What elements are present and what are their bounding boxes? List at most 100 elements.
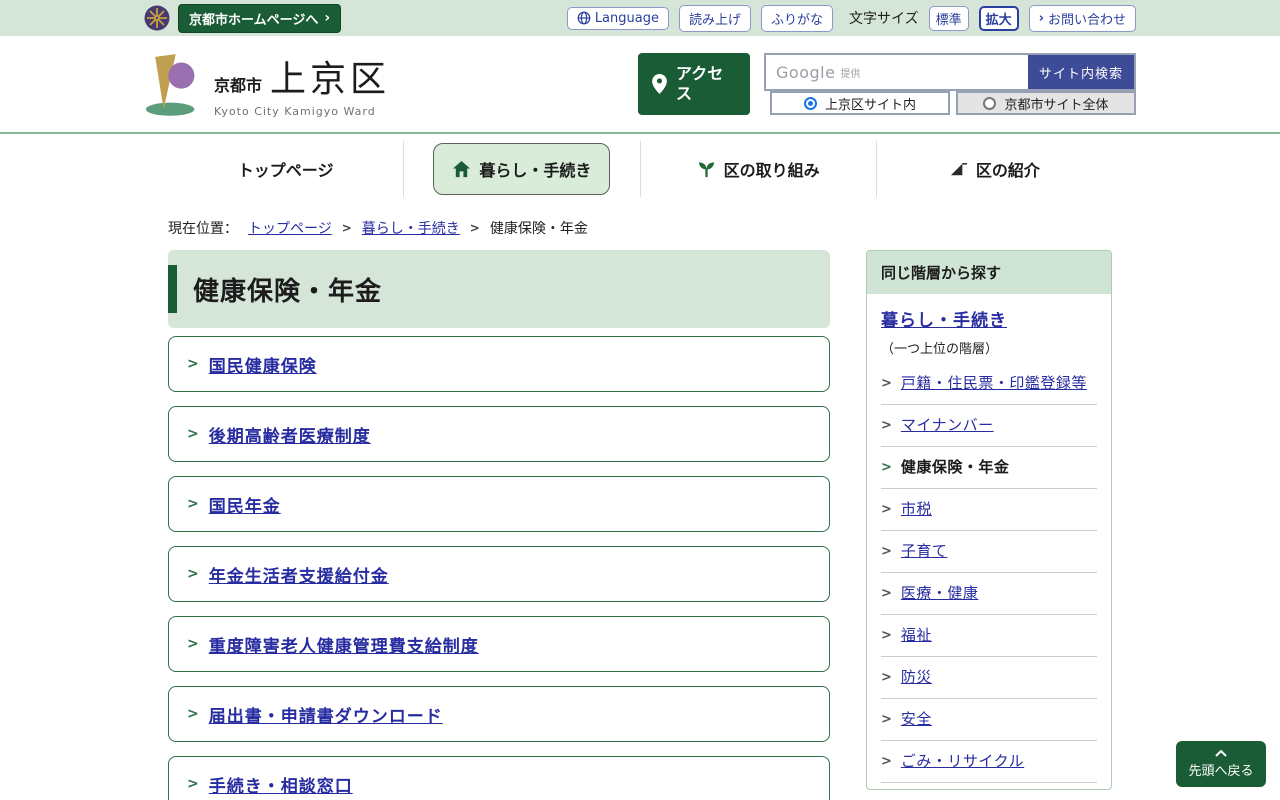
chevron-right-icon [881, 708, 892, 731]
search-input[interactable]: Google 提供 [766, 55, 1028, 89]
chevron-right-icon [187, 356, 199, 372]
breadcrumb: 現在位置： トップページ > 暮らし・手続き > 健康保険・年金 [168, 218, 1112, 238]
site-logo[interactable]: 京都市 上京区 Kyoto City Kamigyo Ward [144, 50, 390, 118]
chevron-right-icon [187, 776, 199, 792]
read-aloud-button[interactable]: 読み上げ [678, 4, 751, 32]
sidebar-item-kenko-hoken-nenkin-current: 健康保険・年金 [881, 447, 1097, 489]
breadcrumb-current: 健康保険・年金 [489, 221, 588, 237]
globe-icon [577, 11, 591, 25]
site-search-button[interactable]: サイト内検索 [1028, 55, 1134, 89]
sidebar-item-label[interactable]: 福祉 [901, 624, 932, 647]
flag-icon [950, 162, 967, 175]
link-label: 手続き・相談窓口 [208, 776, 353, 797]
link-label: 届出書・申請書ダウンロード [208, 706, 443, 727]
nav-kurashi-tetsuzuki[interactable]: 暮らし・手続き [433, 143, 611, 195]
chevron-right-icon [881, 750, 892, 773]
sidebar-item-gomi-recycle[interactable]: ごみ・リサイクル [881, 741, 1097, 783]
link-tetsuzuki-sodan-madoguchi[interactable]: 手続き・相談窓口 [168, 756, 830, 800]
contact-button[interactable]: お問い合わせ [1028, 4, 1136, 32]
google-provided-label: 提供 [840, 68, 861, 80]
chevron-up-icon [1215, 749, 1227, 757]
chevron-right-icon [187, 426, 199, 442]
chevron-right-icon [881, 582, 892, 605]
page-title: 健康保険・年金 [193, 276, 383, 307]
furigana-button[interactable]: ふりがな [760, 4, 833, 32]
sidebar-item-label[interactable]: 戸籍・住民票・印鑑登録等 [901, 372, 1087, 395]
back-to-top-label: 先頭へ戻る [1188, 763, 1254, 779]
sidebar-item-label[interactable]: マイナンバー [901, 414, 994, 437]
sidebar-item-label[interactable]: 市税 [901, 498, 932, 521]
kyoto-city-emblem-icon [144, 5, 170, 31]
search-scope-ward-option[interactable]: 上京区サイト内 [770, 91, 950, 115]
chevron-right-icon [881, 666, 892, 689]
sidebar-item-shizei[interactable]: 市税 [881, 489, 1097, 531]
language-button[interactable]: Language [566, 6, 669, 30]
kyoto-city-home-link[interactable]: 京都市ホームページへ [178, 3, 342, 33]
link-kokumin-kenko-hoken[interactable]: 国民健康保険 [168, 336, 830, 392]
sidebar-parent-note: （一つ上位の階層） [881, 342, 999, 357]
sidebar-item-label[interactable]: ごみ・リサイクル [901, 750, 1024, 773]
access-button-label: アクセス [676, 64, 724, 103]
breadcrumb-separator-icon: > [341, 221, 352, 235]
chevron-right-icon [881, 372, 892, 395]
breadcrumb-top-page[interactable]: トップページ [248, 218, 332, 238]
ward-name: 上京区 [270, 59, 391, 100]
sidebar-item-iryo-kenko[interactable]: 医療・健康 [881, 573, 1097, 615]
sidebar-item-kosodate[interactable]: 子育て [881, 531, 1097, 573]
title-accent-bar [168, 265, 177, 313]
font-size-label: 文字サイズ [849, 11, 919, 27]
chevron-right-icon [881, 540, 892, 563]
sidebar-item-bosai[interactable]: 防災 [881, 657, 1097, 699]
link-label: 年金生活者支援給付金 [208, 566, 389, 587]
sidebar-item-label: 健康保険・年金 [900, 458, 1010, 476]
breadcrumb-kurashi[interactable]: 暮らし・手続き [362, 218, 460, 238]
link-nenkin-seikatsusha-shien[interactable]: 年金生活者支援給付金 [168, 546, 830, 602]
sidebar-item-label[interactable]: 医療・健康 [901, 582, 979, 605]
ward-name-en: Kyoto City Kamigyo Ward [214, 105, 376, 118]
link-judo-shogai-rojin[interactable]: 重度障害老人健康管理費支給制度 [168, 616, 830, 672]
chevron-right-icon [881, 456, 892, 479]
link-label: 後期高齢者医療制度 [208, 426, 371, 447]
search-scope-city-option[interactable]: 京都市サイト全体 [956, 91, 1136, 115]
sidebar-item-label[interactable]: 防災 [901, 666, 932, 689]
search-scope-ward-label: 上京区サイト内 [824, 97, 916, 113]
link-kouki-koureisha-iryo[interactable]: 後期高齢者医療制度 [168, 406, 830, 462]
font-large-button[interactable]: 拡大 [978, 5, 1019, 31]
search-scope-city-label: 京都市サイト全体 [1004, 97, 1109, 113]
chevron-right-icon [881, 498, 892, 521]
nav-kurashi-label: 暮らし・手続き [479, 161, 592, 180]
link-label: 重度障害老人健康管理費支給制度 [208, 636, 479, 657]
sidebar-parent-link[interactable]: 暮らし・手続き [881, 311, 1007, 331]
font-standard-button[interactable]: 標準 [928, 5, 969, 31]
back-to-top-button[interactable]: 先頭へ戻る [1176, 741, 1266, 787]
sidebar-item-mynumber[interactable]: マイナンバー [881, 405, 1097, 447]
location-pin-icon [652, 74, 667, 94]
sidebar-item-label[interactable]: 安全 [901, 708, 932, 731]
nav-ku-torikumi[interactable]: 区の取り組み [697, 157, 820, 181]
chevron-right-icon [881, 414, 892, 437]
access-button[interactable]: アクセス [638, 53, 750, 115]
chevron-right-icon [187, 636, 199, 652]
chevron-right-icon [187, 706, 199, 722]
city-name: 京都市 [214, 76, 263, 95]
chevron-right-icon [881, 624, 892, 647]
site-search: Google 提供 サイト内検索 上京区サイト内 京都市サイト全体 [764, 53, 1136, 115]
link-kokumin-nenkin[interactable]: 国民年金 [168, 476, 830, 532]
link-label: 国民健康保険 [208, 356, 317, 377]
nav-shoukai-label: 区の紹介 [975, 161, 1040, 180]
home-icon [453, 160, 471, 177]
sprout-icon [698, 161, 714, 177]
sidebar-item-anzen[interactable]: 安全 [881, 699, 1097, 741]
sidebar-item-fukushi[interactable]: 福祉 [881, 615, 1097, 657]
nav-top-page[interactable]: トップページ [238, 157, 334, 181]
nav-ku-shoukai[interactable]: 区の紹介 [949, 157, 1040, 181]
radio-selected-icon [803, 96, 817, 110]
link-todokedesho-download[interactable]: 届出書・申請書ダウンロード [168, 686, 830, 742]
sidebar-item-label[interactable]: 子育て [901, 540, 948, 563]
sidebar-item-koseki[interactable]: 戸籍・住民票・印鑑登録等 [881, 363, 1097, 405]
ward-logo-icon [145, 54, 195, 116]
chevron-right-icon [187, 496, 199, 512]
utility-bar: 京都市ホームページへ Language 読み上げ ふりがな 文字サイズ 標準 拡… [0, 0, 1280, 36]
language-label: Language [594, 10, 659, 26]
main-content: 健康保険・年金 国民健康保険 後期高齢者医療制度 国民年金 年金生活者支援給付金… [168, 250, 830, 800]
